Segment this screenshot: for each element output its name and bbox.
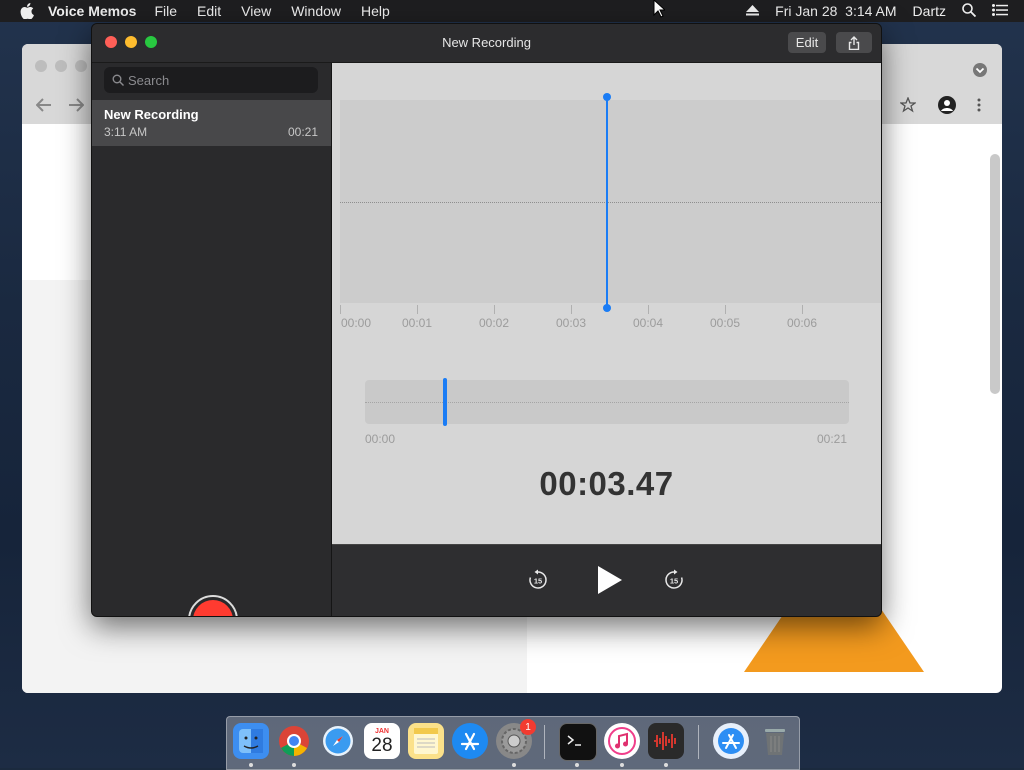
ruler-label: 00:03 [555,316,587,330]
itunes-icon[interactable] [604,723,640,759]
ruler-tick [494,305,495,314]
title-bar: New Recording Edit [92,24,881,63]
record-button[interactable] [188,595,238,616]
terminal-icon[interactable] [559,723,597,761]
ruler-label: 00:02 [478,316,510,330]
apple-menu-icon[interactable] [18,2,36,20]
recording-time: 3:11 AM [104,125,148,139]
ruler-label: 00:06 [786,316,818,330]
menu-bar: Voice Memos File Edit View Window Help F… [0,0,1024,22]
current-time-display: 00:03.47 [539,465,674,502]
ruler-label: 00:00 [340,316,372,330]
recording-name: New Recording [104,107,199,122]
menu-extras: Fri Jan 28 3:14 AM Dartz [746,0,1024,22]
recording-duration: 00:21 [287,125,318,139]
minimize-button-inactive[interactable] [55,60,67,72]
waveform-playhead[interactable] [606,96,609,308]
notification-badge: 1 [520,719,536,735]
clock[interactable]: Fri Jan 28 3:14 AM [775,3,896,19]
close-button-inactive[interactable] [35,60,47,72]
play-icon [598,566,622,594]
ruler-label: 00:01 [401,316,433,330]
voice-memos-window: New Recording Edit Search New Recording … [91,23,882,617]
app-menu-voice-memos[interactable]: Voice Memos [48,3,136,19]
dock: JAN 28 [226,716,800,770]
voice-memos-dock-icon[interactable] [648,723,684,759]
recording-detail: 00:00 00:01 00:02 00:03 00:04 00:05 00:06 00:0… [332,63,881,544]
overview-scrubber[interactable] [365,378,849,426]
skip-back-button[interactable]: 15 [527,569,549,591]
menu-window[interactable]: Window [291,3,341,19]
playback-controls: 15 15 [332,544,881,616]
trash-icon[interactable] [757,723,793,759]
eject-icon[interactable] [746,3,760,19]
more-menu-icon[interactable] [976,97,982,113]
skip-forward-button[interactable]: 15 [663,569,685,591]
share-icon [848,35,860,50]
waveform-baseline [340,202,881,203]
ruler-label: 00:04 [632,316,664,330]
share-button[interactable] [836,32,872,53]
running-indicator [249,763,253,767]
menu-help[interactable]: Help [361,3,390,19]
forward-arrow-icon[interactable] [68,98,84,112]
zoom-button-inactive[interactable] [75,60,87,72]
running-indicator [292,763,296,767]
user-menu[interactable]: Dartz [913,3,946,19]
menu-file[interactable]: File [154,3,177,19]
dock-separator [698,725,699,759]
ruler-tick [417,305,418,314]
app-store-icon[interactable] [452,723,488,759]
edit-button[interactable]: Edit [788,32,826,53]
notification-center-icon[interactable] [992,3,1008,19]
skip-back-label: 15 [534,577,542,586]
ruler-tick [340,305,341,314]
search-icon [112,74,124,86]
play-button[interactable] [595,565,623,595]
mouse-cursor-icon [653,0,665,18]
ruler-tick [725,305,726,314]
notes-icon[interactable] [408,723,444,759]
profile-icon[interactable] [938,96,956,114]
menu-view[interactable]: View [241,3,271,19]
safari-icon[interactable] [320,723,356,759]
browser-scrollbar[interactable] [990,154,1000,394]
chrome-icon[interactable] [276,723,312,759]
ruler-tick [571,305,572,314]
star-icon[interactable] [900,97,916,113]
skip-forward-label: 15 [670,577,678,586]
calendar-icon[interactable]: JAN 28 [364,723,400,759]
overview-baseline [365,402,849,403]
spotlight-search-icon[interactable] [962,2,977,20]
skip-back-15-icon: 15 [529,569,547,589]
recording-list-item[interactable]: New Recording 3:11 AM 00:21 [92,100,331,146]
dock-separator [544,725,545,759]
ruler-tick [802,305,803,314]
skip-forward-15-icon: 15 [665,569,683,589]
record-dot-icon [193,600,233,616]
app-store-downloads-icon[interactable] [713,723,749,759]
running-indicator [512,763,516,767]
running-indicator [664,763,668,767]
finder-icon[interactable] [233,723,269,759]
menu-edit[interactable]: Edit [197,3,221,19]
ruler-tick [648,305,649,314]
search-placeholder: Search [128,72,170,88]
time-ruler: 00:00 00:01 00:02 00:03 00:04 00:05 00:06 [340,303,881,333]
dropdown-icon[interactable] [972,62,988,78]
waveform-view[interactable] [340,100,881,303]
window-title: New Recording [442,35,531,50]
running-indicator [620,763,624,767]
running-indicator [575,763,579,767]
overview-end-time: 00:21 [817,432,848,446]
calendar-day: 28 [371,734,393,756]
recordings-sidebar: Search New Recording 3:11 AM 00:21 [92,63,332,616]
search-field[interactable]: Search [104,67,318,93]
back-arrow-icon[interactable] [36,98,52,112]
ruler-label: 00:05 [709,316,741,330]
overview-playhead[interactable] [442,378,447,426]
overview-start-time: 00:00 [365,432,396,446]
